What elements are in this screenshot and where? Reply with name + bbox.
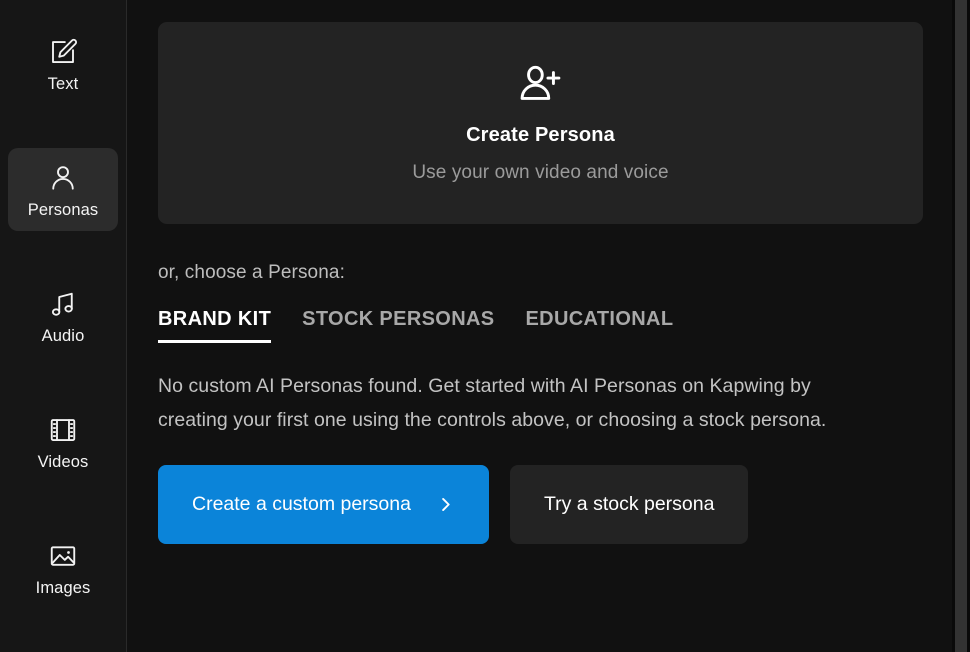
sidebar-item-personas[interactable]: Personas (8, 148, 118, 231)
film-strip-icon (46, 413, 80, 447)
sidebar-item-label: Audio (41, 326, 85, 345)
left-sidebar: Text Personas Audio Videos Images (0, 0, 127, 652)
sidebar-item-audio[interactable]: Audio (8, 274, 118, 357)
action-button-row: Create a custom persona Try a stock pers… (158, 465, 939, 545)
create-custom-persona-label: Create a custom persona (192, 493, 411, 516)
sidebar-item-label: Images (35, 578, 91, 597)
vertical-scrollbar-track[interactable] (952, 0, 970, 652)
create-persona-card[interactable]: Create Persona Use your own video and vo… (158, 22, 923, 224)
vertical-scrollbar-thumb[interactable] (955, 0, 967, 652)
sidebar-item-videos[interactable]: Videos (8, 400, 118, 483)
choose-persona-label: or, choose a Persona: (158, 262, 345, 283)
create-custom-persona-button[interactable]: Create a custom persona (158, 465, 489, 545)
image-icon (46, 539, 80, 573)
persona-panel: Text Personas Audio Videos Images Create… (0, 0, 970, 652)
text-edit-icon (46, 35, 80, 69)
empty-state-message: No custom AI Personas found. Get started… (158, 375, 827, 432)
try-stock-persona-button[interactable]: Try a stock persona (509, 465, 749, 545)
persona-category-tabs: BRAND KIT STOCK PERSONAS EDUCATIONAL (158, 308, 939, 343)
music-note-icon (46, 287, 80, 321)
try-stock-persona-label: Try a stock persona (543, 493, 715, 516)
sidebar-item-label: Text (47, 74, 79, 93)
tab-brand-kit[interactable]: BRAND KIT (158, 308, 272, 343)
sidebar-item-label: Personas (27, 200, 99, 219)
sidebar-item-images[interactable]: Images (8, 526, 118, 609)
create-persona-subtitle: Use your own video and voice (412, 162, 669, 183)
person-icon (46, 161, 80, 195)
person-plus-icon (517, 62, 564, 109)
tab-educational[interactable]: EDUCATIONAL (525, 308, 673, 343)
sidebar-item-label: Videos (37, 452, 89, 471)
tab-stock-personas[interactable]: STOCK PERSONAS (302, 308, 494, 343)
sidebar-item-text[interactable]: Text (8, 22, 118, 105)
personas-main-content: Create Persona Use your own video and vo… (127, 0, 970, 652)
chevron-right-icon (436, 495, 455, 514)
create-persona-title: Create Persona (466, 124, 615, 146)
